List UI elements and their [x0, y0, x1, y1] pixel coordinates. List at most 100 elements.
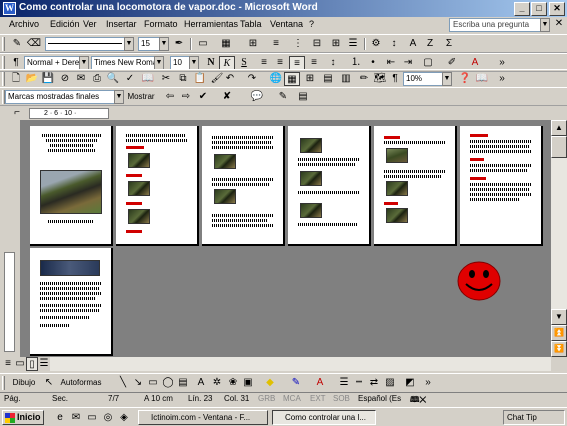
copy-icon[interactable]: ⧉ — [175, 72, 191, 86]
font-dropdown[interactable]: ▼ — [154, 56, 164, 70]
spelling-status-icon[interactable]: 🕮✕ — [410, 394, 426, 408]
toolbar-options-icon[interactable]: » — [494, 56, 510, 70]
arrow-style-icon[interactable]: ⇄ — [366, 376, 382, 390]
outline-view-icon[interactable]: ☰ — [38, 357, 50, 371]
split-cells-icon[interactable]: ⊞ — [328, 37, 344, 51]
align-left-icon[interactable]: ≡ — [256, 56, 272, 70]
dash-style-icon[interactable]: ┅ — [351, 376, 367, 390]
show-formatting-icon[interactable]: ¶ — [387, 72, 403, 86]
print-layout-icon[interactable]: ▯ — [26, 357, 38, 371]
arrow-tool-icon[interactable]: ↘ — [130, 376, 146, 390]
document-map-icon[interactable]: 🗺 — [372, 72, 388, 86]
horizontal-scrollbar[interactable] — [50, 357, 551, 371]
wordart-icon[interactable]: A — [193, 376, 209, 390]
vertical-scrollbar[interactable]: ▲ ▼ ⏫ ⏬ — [551, 120, 567, 357]
document-close-icon[interactable]: ✕ — [553, 19, 565, 31]
open-folder-icon[interactable]: 📂 — [24, 72, 40, 86]
align-icon[interactable]: ≡ — [268, 37, 284, 51]
track-changes-icon[interactable]: ✎ — [275, 90, 291, 104]
sort-asc-icon[interactable]: A — [405, 37, 421, 51]
page-thumbnail-1[interactable] — [30, 126, 113, 246]
smiley-icon[interactable] — [456, 260, 502, 302]
maximize-button[interactable]: □ — [531, 2, 547, 16]
clipart-icon[interactable]: ❀ — [225, 376, 241, 390]
eraser-icon[interactable]: ⌫ — [26, 37, 42, 51]
vertical-ruler[interactable] — [4, 252, 15, 352]
horizontal-ruler[interactable]: 2 · 6 · 10 · — [29, 108, 109, 119]
menu-edicion[interactable]: Edición — [50, 19, 80, 29]
shadow-icon[interactable]: ▨ — [382, 376, 398, 390]
toolbar-options-icon[interactable]: » — [420, 376, 436, 390]
zoom-dropdown[interactable]: ▼ — [442, 72, 452, 86]
highlight-icon[interactable]: ✐ — [444, 56, 460, 70]
help-icon[interactable]: ❓ — [457, 72, 473, 86]
sum-icon[interactable]: Σ — [441, 37, 457, 51]
draw-menu-button[interactable]: Dibujo — [7, 376, 41, 390]
paste-icon[interactable]: 📋 — [192, 72, 208, 86]
font-size-dropdown[interactable]: ▼ — [189, 56, 199, 70]
menu-ventana[interactable]: Ventana — [270, 19, 303, 29]
print-preview-icon[interactable]: 🔍 — [105, 72, 121, 86]
menu-help[interactable]: ? — [309, 19, 314, 29]
quicklaunch-desktop-icon[interactable]: ▭ — [84, 411, 100, 425]
next-change-icon[interactable]: ⇨ — [178, 90, 194, 104]
style-dropdown[interactable]: ▼ — [79, 56, 89, 70]
menu-insertar[interactable]: Insertar — [106, 19, 137, 29]
border-icon[interactable]: ▭ — [195, 37, 211, 51]
bold-button[interactable]: N — [203, 56, 219, 70]
toolbar-grip[interactable] — [2, 37, 5, 51]
underline-button[interactable]: S — [236, 56, 252, 70]
next-page-icon[interactable]: ⏬ — [551, 341, 567, 357]
italic-button[interactable]: K — [219, 56, 235, 70]
toolbar-grip[interactable] — [2, 72, 5, 86]
align-right-icon[interactable]: ≡ — [289, 56, 305, 70]
quicklaunch-ie-icon[interactable]: e — [52, 411, 68, 425]
line-style-icon[interactable]: ☰ — [336, 376, 352, 390]
font-color-icon[interactable]: A — [312, 376, 328, 390]
undo-icon[interactable]: ↶ — [222, 72, 238, 86]
rectangle-tool-icon[interactable]: ▭ — [145, 376, 161, 390]
distribute-rows-icon[interactable]: ☰ — [345, 37, 361, 51]
new-comment-icon[interactable]: 💬 — [249, 90, 265, 104]
line-color-icon[interactable]: ✎ — [288, 376, 304, 390]
line-tool-icon[interactable]: ╲ — [115, 376, 131, 390]
status-record[interactable]: GRB — [258, 394, 275, 403]
accept-change-icon[interactable]: ✔ — [195, 90, 211, 104]
markup-view-dropdown[interactable]: ▼ — [114, 90, 124, 104]
word-icon[interactable]: W — [3, 2, 16, 15]
print-icon[interactable]: ⎙ — [89, 72, 105, 86]
line-weight-select[interactable]: 15 — [138, 37, 160, 51]
outside-border-icon[interactable]: ▢ — [420, 56, 436, 70]
3d-icon[interactable]: ◩ — [402, 376, 418, 390]
research-icon[interactable]: 📖 — [140, 72, 156, 86]
numbering-icon[interactable]: ⒈ — [348, 56, 364, 70]
align-center-icon[interactable]: ≡ — [272, 56, 288, 70]
justify-icon[interactable]: ≡ — [306, 56, 322, 70]
menu-tabla[interactable]: Tabla — [240, 19, 262, 29]
pen-color-icon[interactable]: ✒ — [171, 37, 187, 51]
scroll-down-icon[interactable]: ▼ — [551, 309, 567, 325]
save-icon[interactable]: 💾 — [40, 72, 56, 86]
redo-icon[interactable]: ↷ — [244, 72, 260, 86]
close-button[interactable]: ✕ — [549, 2, 565, 16]
menu-ver[interactable]: Ver — [83, 19, 97, 29]
previous-page-icon[interactable]: ⏫ — [551, 325, 567, 341]
status-extend[interactable]: EXT — [310, 394, 326, 403]
previous-change-icon[interactable]: ⇦ — [162, 90, 178, 104]
page-thumbnail-5[interactable] — [374, 126, 457, 246]
font-size-select[interactable]: 10 — [170, 56, 190, 70]
menu-archivo[interactable]: Archivo — [9, 19, 39, 29]
status-track[interactable]: MCA — [283, 394, 301, 403]
scroll-up-icon[interactable]: ▲ — [551, 120, 567, 136]
line-style-dropdown[interactable]: ▼ — [124, 37, 134, 51]
document-area[interactable] — [20, 120, 551, 357]
font-select[interactable]: Times New Roman — [91, 56, 155, 70]
page-thumbnail-6[interactable] — [460, 126, 543, 246]
email-icon[interactable]: ✉ — [73, 72, 89, 86]
ask-question-input[interactable]: Escriba una pregunta — [449, 18, 541, 32]
autoshapes-menu-button[interactable]: Autoformas — [58, 376, 104, 390]
select-objects-icon[interactable]: ↖ — [43, 376, 55, 390]
markup-view-select[interactable]: Marcas mostradas finales — [5, 90, 115, 104]
increase-indent-icon[interactable]: ⇥ — [400, 56, 416, 70]
textbox-icon[interactable]: ▤ — [175, 376, 191, 390]
